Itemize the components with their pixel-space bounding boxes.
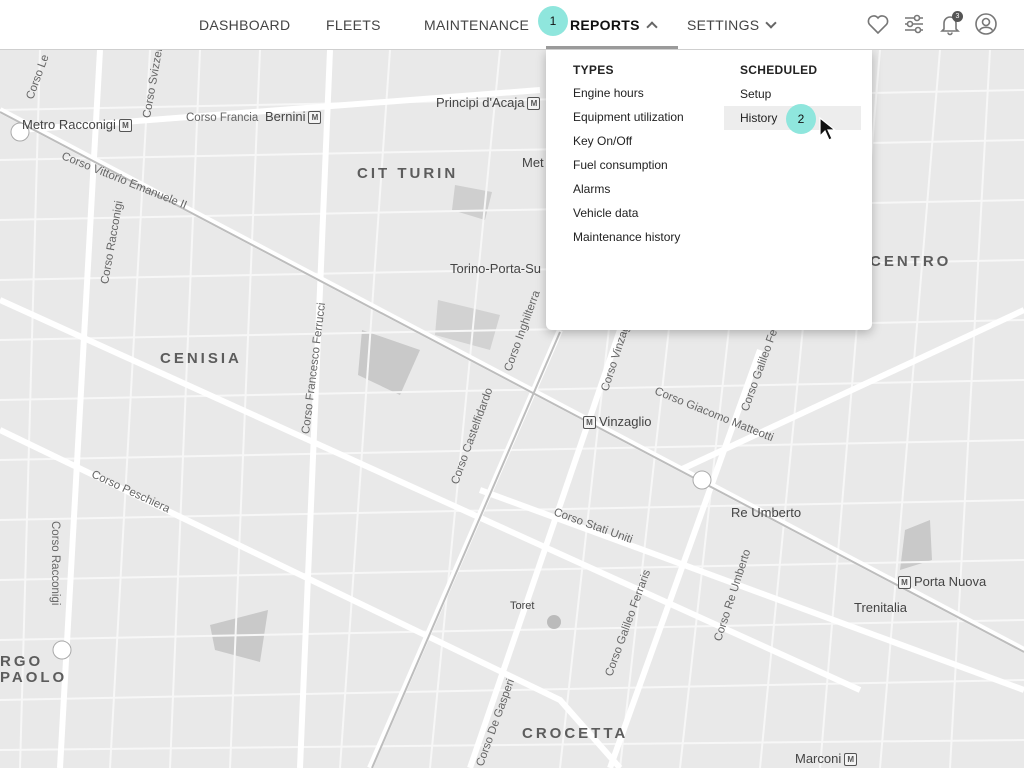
place-label: M Porta Nuova — [895, 574, 986, 590]
menu-item-engine-hours[interactable]: Engine hours — [573, 86, 644, 100]
metro-icon: M — [118, 119, 132, 133]
nav-maintenance[interactable]: MAINTENANCE — [424, 0, 529, 49]
district-label: RGO — [0, 653, 44, 670]
nav-fleets[interactable]: FLEETS — [326, 0, 381, 49]
place-label: Trenitalia — [854, 600, 907, 615]
top-nav-bar: DASHBOARD FLEETS MAINTENANCE REPORTS SET… — [0, 0, 1024, 50]
nav-reports[interactable]: REPORTS — [546, 0, 678, 49]
place-label: Toret — [510, 600, 535, 612]
menu-item-alarms[interactable]: Alarms — [573, 182, 610, 196]
district-label: PAOLO — [0, 669, 68, 686]
menu-item-fuel-consumption[interactable]: Fuel consumption — [573, 158, 668, 172]
district-label: CROCETTA — [522, 725, 629, 742]
scheduled-heading: SCHEDULED — [740, 63, 818, 77]
metro-icon: M — [583, 416, 596, 430]
place-label: Bernini M — [265, 109, 324, 125]
metro-icon: M — [898, 576, 911, 590]
place-label: Principi d'Acaja M — [436, 95, 543, 111]
place-label: Metro Racconigi M — [22, 117, 135, 133]
chevron-up-icon — [646, 21, 658, 33]
place-label: Marconi M — [795, 751, 860, 767]
menu-item-vehicle-data[interactable]: Vehicle data — [573, 206, 638, 220]
district-label: CENISIA — [160, 350, 242, 367]
district-label: CIT TURIN — [357, 165, 459, 182]
menu-item-setup[interactable]: Setup — [740, 87, 771, 101]
heart-icon[interactable] — [866, 12, 890, 36]
nav-settings[interactable]: SETTINGS — [687, 0, 778, 49]
district-label: CENTRO — [870, 253, 952, 270]
metro-icon: M — [308, 111, 322, 125]
menu-item-equipment-utilization[interactable]: Equipment utilization — [573, 110, 684, 124]
sliders-icon[interactable] — [902, 12, 926, 36]
step-callout-1: 1 — [538, 6, 568, 36]
place-label: Torino-Porta-Su — [450, 261, 542, 276]
place-label: Met — [522, 155, 544, 170]
step-callout-2: 2 — [786, 104, 816, 134]
place-label: Re Umberto — [731, 505, 802, 520]
menu-item-history[interactable]: History — [740, 111, 777, 125]
street-label: Corso Francia — [186, 112, 259, 124]
active-tab-indicator — [546, 46, 678, 49]
mouse-cursor-icon — [819, 116, 837, 141]
notification-badge: 3 — [952, 11, 963, 22]
metro-icon: M — [844, 753, 858, 767]
street-label: Corso Racconigi — [49, 521, 61, 606]
menu-item-key-on-off[interactable]: Key On/Off — [573, 134, 632, 148]
user-icon[interactable] — [974, 12, 998, 36]
nav-dashboard[interactable]: DASHBOARD — [199, 0, 290, 49]
place-label: M Vinzaglio — [580, 414, 652, 430]
reports-dropdown: TYPES Engine hours Equipment utilization… — [546, 50, 872, 330]
metro-icon: M — [527, 97, 541, 111]
menu-item-maintenance-history[interactable]: Maintenance history — [573, 230, 680, 244]
chevron-down-icon — [765, 17, 778, 29]
types-heading: TYPES — [573, 63, 614, 77]
